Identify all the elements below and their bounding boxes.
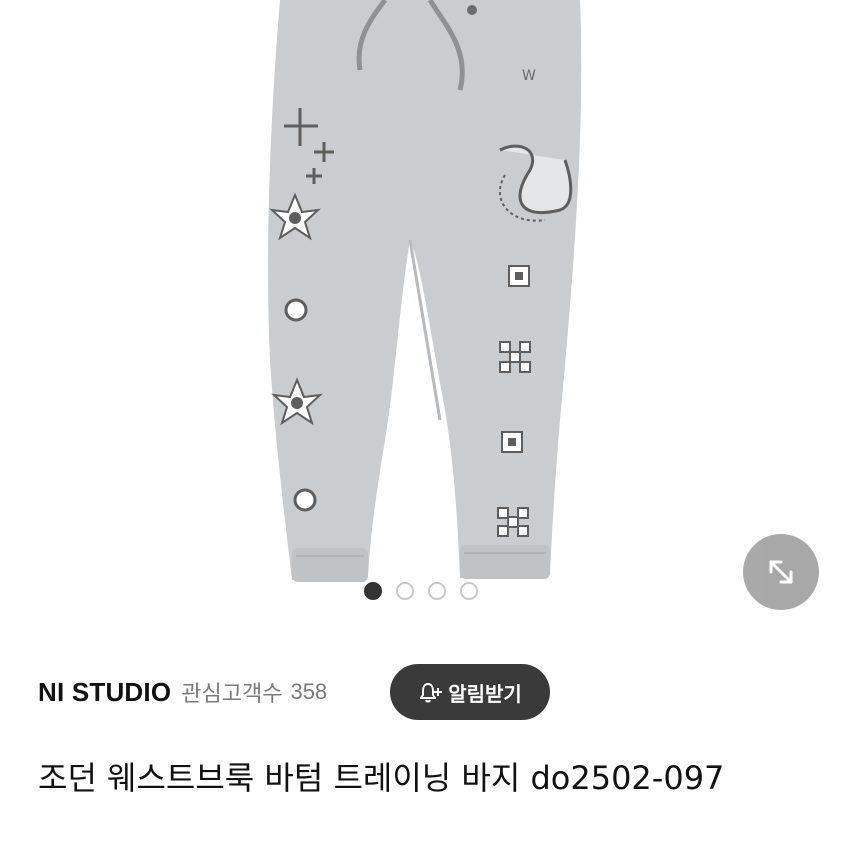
pagination-dot-1[interactable] [364, 582, 382, 600]
notify-button[interactable]: 알림받기 [390, 664, 550, 720]
carousel-pagination [0, 582, 842, 600]
svg-text:W: W [522, 68, 536, 84]
shop-info: NI STUDIO 관심고객수 358 [38, 664, 327, 720]
pagination-dot-2[interactable] [396, 582, 414, 600]
follower-count: 358 [290, 679, 328, 704]
product-image-carousel[interactable]: W [0, 0, 842, 610]
sweatpants-image: W [268, 0, 582, 582]
shop-name[interactable]: NI STUDIO [38, 677, 171, 708]
pagination-dot-3[interactable] [428, 582, 446, 600]
bell-plus-icon [420, 683, 443, 703]
product-title: 조던 웨스트브룩 바텀 트레이닝 바지 do2502-097 [38, 759, 725, 797]
follower-label: 관심고객수 [181, 682, 283, 707]
pagination-dot-4[interactable] [460, 582, 478, 600]
notify-button-label: 알림받기 [448, 681, 522, 706]
